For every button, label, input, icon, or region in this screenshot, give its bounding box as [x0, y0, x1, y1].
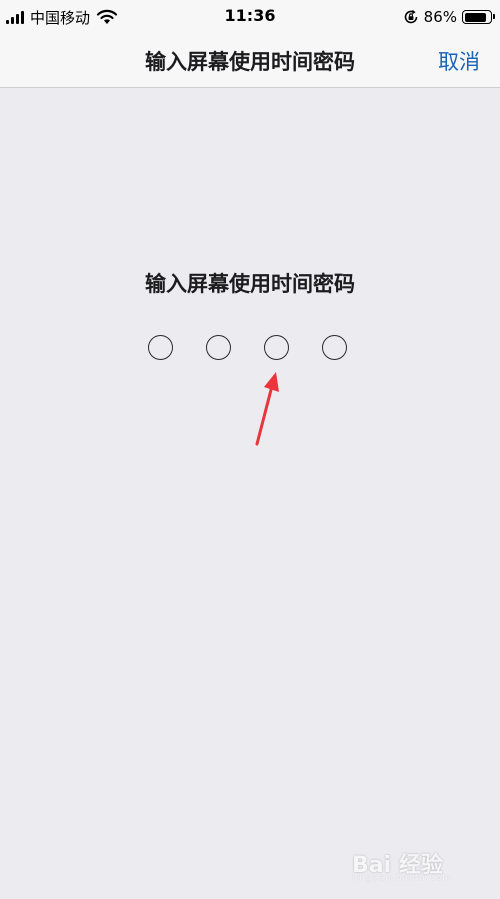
- battery-fill: [464, 12, 486, 22]
- status-bar: 中国移动 11:36 86%: [0, 0, 500, 34]
- baidu-watermark: Bai 经验 jingyan.baidu.com: [352, 847, 472, 887]
- passcode-dot: [206, 335, 231, 360]
- battery-nub: [493, 14, 495, 19]
- navigation-bar: 输入屏幕使用时间密码 取消: [0, 34, 500, 88]
- passcode-prompt: 输入屏幕使用时间密码: [145, 272, 355, 296]
- status-right: 86%: [403, 7, 495, 27]
- battery-percent: 86%: [423, 8, 457, 26]
- battery-icon: [462, 10, 495, 24]
- cancel-button[interactable]: 取消: [438, 46, 480, 76]
- red-arrow-annotation: [255, 372, 279, 446]
- passcode-dots[interactable]: [148, 335, 352, 361]
- nav-title: 输入屏幕使用时间密码: [145, 50, 355, 74]
- passcode-dot: [148, 335, 173, 360]
- rotation-lock-icon: [404, 9, 417, 24]
- watermark-sub: jingyan.baidu.com: [352, 873, 453, 883]
- passcode-dot: [322, 335, 347, 360]
- passcode-dot: [264, 335, 289, 360]
